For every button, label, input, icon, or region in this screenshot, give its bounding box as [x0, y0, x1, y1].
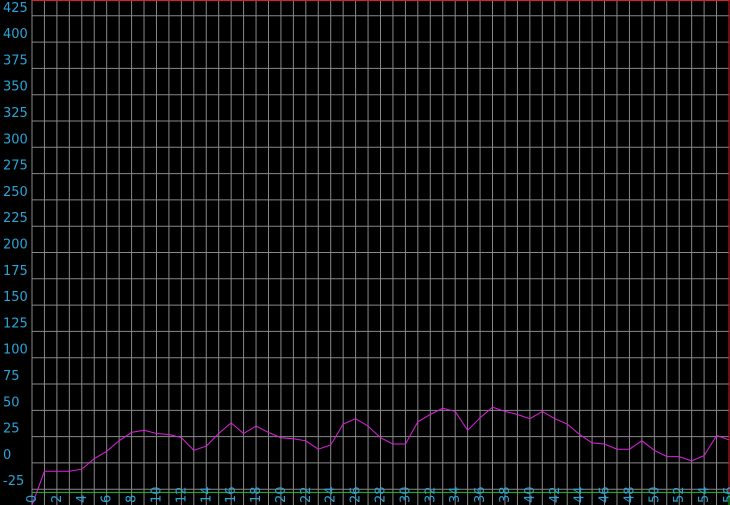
x-tick-label: 48: [622, 486, 637, 503]
y-tick-label: 350: [3, 80, 28, 95]
x-tick-label: 12: [174, 486, 189, 503]
x-tick-label: 6: [100, 495, 115, 503]
x-tick-label: 8: [125, 495, 140, 503]
x-tick-label: 10: [149, 486, 164, 503]
x-tick-label: 0: [25, 495, 40, 503]
x-tick-label: 54: [697, 486, 712, 503]
x-tick-label: 18: [249, 486, 264, 503]
x-tick-label: 46: [598, 486, 613, 503]
x-tick-label: 14: [199, 486, 214, 503]
x-tick-label: 40: [523, 486, 538, 503]
y-tick-label: 150: [3, 290, 28, 305]
y-tick-label: 75: [3, 369, 20, 384]
line-chart: -250255075100125150175200225250275300325…: [0, 0, 730, 505]
x-tick-label: 28: [374, 486, 389, 503]
x-tick-label: 22: [299, 486, 314, 503]
y-tick-label: 300: [3, 132, 28, 147]
x-tick-label: 32: [423, 486, 438, 503]
x-tick-label: 30: [398, 486, 413, 503]
x-tick-label: 36: [473, 486, 488, 503]
y-tick-label: 0: [3, 448, 11, 463]
x-tick-label: 52: [672, 486, 687, 503]
y-tick-label: 400: [3, 27, 28, 42]
x-tick-label: 2: [50, 495, 65, 503]
x-tick-label: 34: [448, 486, 463, 503]
y-tick-label: 275: [3, 159, 28, 174]
y-tick-label: 225: [3, 211, 28, 226]
y-tick-label: 25: [3, 422, 20, 437]
y-tick-label: 200: [3, 238, 28, 253]
x-tick-label: 16: [224, 486, 239, 503]
x-tick-label: 20: [274, 486, 289, 503]
x-tick-label: 42: [548, 486, 563, 503]
y-tick-label: 100: [3, 343, 28, 358]
x-tick-label: 26: [349, 486, 364, 503]
x-tick-label: 38: [498, 486, 513, 503]
y-tick-label: 425: [3, 1, 28, 16]
y-tick-label: 175: [3, 264, 28, 279]
y-tick-label: -25: [3, 474, 24, 489]
y-tick-label: 325: [3, 106, 28, 121]
y-tick-label: 375: [3, 53, 28, 68]
x-tick-label: 24: [324, 486, 339, 503]
x-tick-label: 56: [722, 486, 730, 503]
y-tick-label: 250: [3, 185, 28, 200]
x-tick-label: 44: [573, 486, 588, 503]
x-tick-label: 4: [75, 495, 90, 503]
x-tick-label: 50: [647, 486, 662, 503]
y-tick-label: 125: [3, 316, 28, 331]
y-tick-label: 50: [3, 395, 20, 410]
